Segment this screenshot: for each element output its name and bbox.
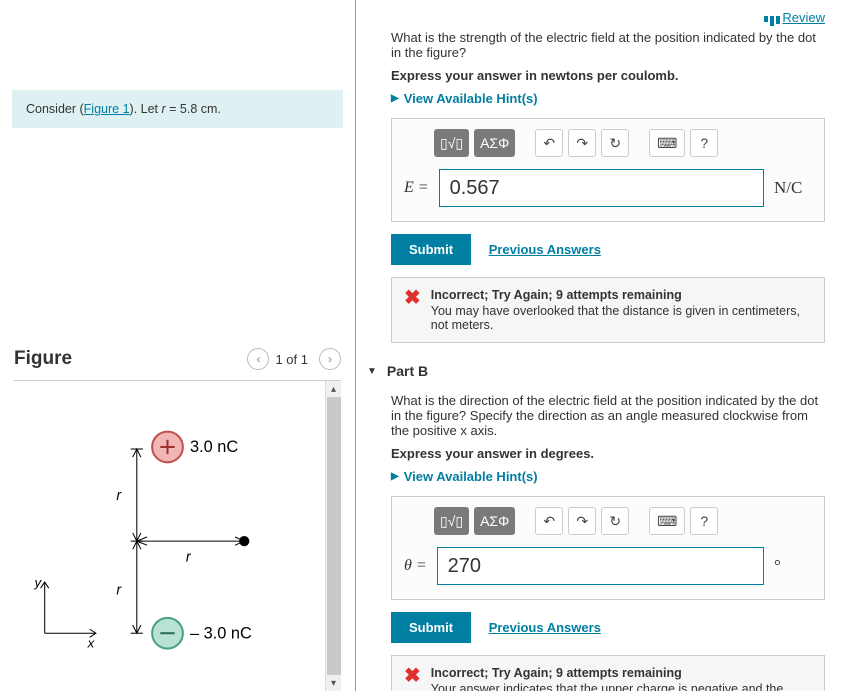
svg-text:– 3.0 nC: – 3.0 nC (190, 624, 252, 642)
partb-previous-answers[interactable]: Previous Answers (489, 620, 601, 635)
partb-input[interactable] (437, 547, 764, 585)
keyboard-button[interactable]: ⌨ (649, 129, 685, 157)
partb-instruction: Express your answer in degrees. (391, 446, 825, 461)
reset-button[interactable]: ↻ (601, 129, 629, 157)
figure-title: Figure (14, 348, 242, 370)
figure-link[interactable]: Figure 1 (84, 102, 130, 116)
incorrect-icon: ✖ (404, 666, 421, 691)
scroll-up-icon[interactable]: ▴ (331, 381, 336, 397)
figure-next-button[interactable]: › (319, 348, 341, 370)
figure-scrollbar[interactable]: ▴ ▾ (325, 381, 341, 691)
reset-button[interactable]: ↻ (601, 507, 629, 535)
greek-button[interactable]: ΑΣΦ (474, 507, 515, 535)
partb-submit-button[interactable]: Submit (391, 612, 471, 643)
partb-lhs: θ = (404, 557, 427, 575)
redo-button[interactable]: ↷ (568, 129, 596, 157)
parta-hints-toggle[interactable]: View Available Hint(s) (391, 91, 825, 106)
review-icon (764, 16, 780, 26)
redo-button[interactable]: ↷ (568, 507, 596, 535)
partb-answer-box: ▯√▯ ΑΣΦ ↶ ↷ ↻ ⌨ ? θ = ° (391, 496, 825, 600)
parta-question: What is the strength of the electric fie… (391, 30, 825, 60)
parta-previous-answers[interactable]: Previous Answers (489, 242, 601, 257)
incorrect-icon: ✖ (404, 288, 421, 332)
parta-submit-button[interactable]: Submit (391, 234, 471, 265)
partb-hints-toggle[interactable]: View Available Hint(s) (391, 469, 825, 484)
greek-button[interactable]: ΑΣΦ (474, 129, 515, 157)
svg-text:r: r (116, 488, 122, 504)
partb-unit: ° (774, 556, 812, 576)
figure-page-count: 1 of 1 (275, 352, 308, 367)
parta-feedback: ✖ Incorrect; Try Again; 9 attempts remai… (391, 277, 825, 343)
parta-unit: N/C (774, 178, 812, 198)
parta-input[interactable] (439, 169, 764, 207)
figure-prev-button[interactable]: ‹ (247, 348, 269, 370)
partb-question: What is the direction of the electric fi… (391, 393, 825, 438)
undo-button[interactable]: ↶ (535, 507, 563, 535)
svg-text:r: r (186, 550, 192, 566)
parta-instruction: Express your answer in newtons per coulo… (391, 68, 825, 83)
partb-header[interactable]: Part B (367, 363, 825, 379)
problem-statement: Consider (Figure 1). Let r = 5.8 cm. (12, 90, 343, 128)
svg-text:r: r (116, 582, 122, 598)
parta-lhs: E = (404, 179, 429, 197)
partb-feedback: ✖ Incorrect; Try Again; 9 attempts remai… (391, 655, 825, 691)
review-link[interactable]: Review (764, 10, 825, 25)
help-button[interactable]: ? (690, 129, 718, 157)
fraction-sqrt-button[interactable]: ▯√▯ (434, 507, 469, 535)
scroll-down-icon[interactable]: ▾ (331, 675, 336, 691)
keyboard-button[interactable]: ⌨ (649, 507, 685, 535)
svg-text:y: y (33, 575, 42, 590)
svg-text:x: x (87, 636, 96, 651)
fraction-sqrt-button[interactable]: ▯√▯ (434, 129, 469, 157)
undo-button[interactable]: ↶ (535, 129, 563, 157)
parta-answer-box: ▯√▯ ΑΣΦ ↶ ↷ ↻ ⌨ ? E = N/C (391, 118, 825, 222)
figure-diagram: y x r r r (14, 381, 321, 691)
help-button[interactable]: ? (690, 507, 718, 535)
svg-text:3.0 nC: 3.0 nC (190, 438, 238, 456)
